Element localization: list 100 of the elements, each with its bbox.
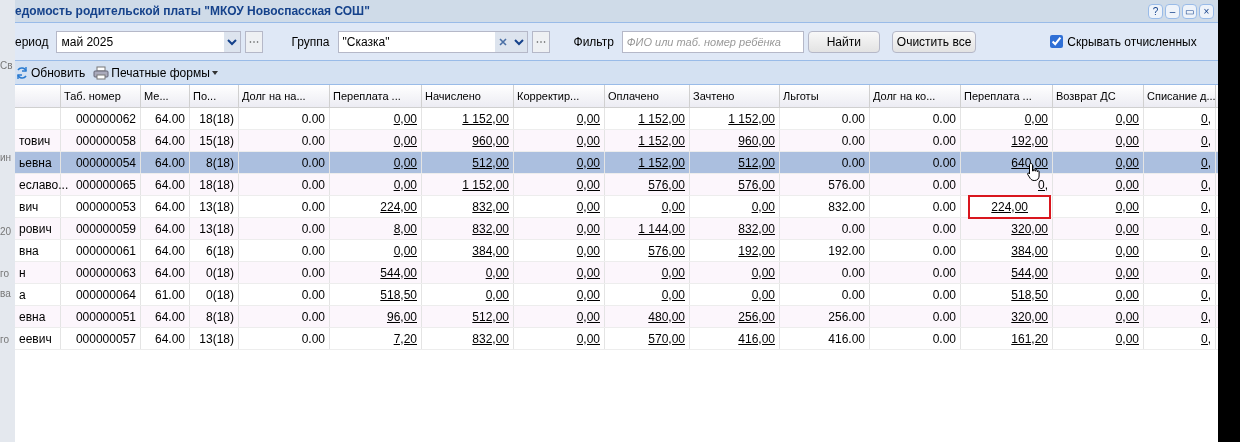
amount-link[interactable]: 0,00	[393, 175, 417, 194]
amount-link[interactable]: 384,00	[1011, 241, 1048, 260]
amount-link[interactable]: 0,00	[576, 307, 600, 326]
clear-icon[interactable]	[494, 31, 511, 52]
amount-link[interactable]: 256,00	[738, 307, 775, 326]
table-row[interactable]: еевич 000000057 64.00 13(18) 0.00 7,20 832,00 0,00 570,00 416,00 416.00 0.00 161,20 0,00 0,	[15, 328, 1218, 350]
column-header[interactable]: Зачтено	[690, 85, 780, 107]
table-row[interactable]: вич 000000053 64.00 13(18) 0.00 224,00 832,00 0,00 0,00 0,00 832.00 0.00 224,00 0,00 0,	[15, 196, 1218, 218]
amount-link[interactable]: 1 152,00	[728, 109, 775, 128]
table-row[interactable]: еславо... 000000065 64.00 18(18) 0.00 0,00 1 152,00 0,00 576,00 576,00 576.00 0.00 0, 0,00 0,	[15, 174, 1218, 196]
amount-link[interactable]: 416,00	[738, 329, 775, 348]
amount-link[interactable]: 512,00	[472, 307, 509, 326]
amount-link[interactable]: 224,00	[971, 197, 1048, 216]
hide-expelled-checkbox[interactable]	[1050, 35, 1064, 48]
amount-link[interactable]: 0,00	[1115, 153, 1139, 172]
window-control-button[interactable]: ▭	[1182, 3, 1197, 19]
column-header[interactable]: Списание д...	[1144, 85, 1216, 107]
window-control-button[interactable]: ×	[1199, 3, 1214, 19]
amount-link[interactable]: 0,00	[1115, 175, 1139, 194]
amount-link[interactable]: 0,00	[1115, 109, 1139, 128]
amount-link[interactable]: 0,00	[485, 285, 509, 304]
column-header[interactable]: Переплата ...	[961, 85, 1053, 107]
amount-link[interactable]: 640,00	[1011, 153, 1048, 172]
amount-link[interactable]: 0,00	[751, 197, 775, 216]
amount-link[interactable]: 0,00	[1115, 307, 1139, 326]
amount-link[interactable]: 0,00	[576, 285, 600, 304]
period-dropdown[interactable]: май 2025	[56, 30, 242, 53]
column-header[interactable]: По...	[190, 85, 239, 107]
amount-link[interactable]: 1 144,00	[638, 219, 685, 238]
amount-link[interactable]: 1 152,00	[638, 153, 685, 172]
table-row[interactable]: а 000000064 61.00 0(18) 0.00 518,50 0,00 0,00 0,00 0,00 0.00 0.00 518,50 0,00 0,	[15, 284, 1218, 306]
amount-link[interactable]: 0,00	[393, 109, 417, 128]
chevron-down-icon[interactable]	[224, 31, 241, 52]
amount-link[interactable]: 1 152,00	[462, 175, 509, 194]
table-row[interactable]: евна 000000051 64.00 8(18) 0.00 96,00 512,00 0,00 480,00 256,00 256.00 0.00 320,00 0,00 0,	[15, 306, 1218, 328]
refresh-button[interactable]: Обновить	[15, 63, 86, 82]
amount-link[interactable]: 0,00	[485, 263, 509, 282]
amount-link[interactable]: 960,00	[472, 131, 509, 150]
amount-link[interactable]: 0,00	[1115, 263, 1139, 282]
amount-link[interactable]: 224,00	[380, 197, 417, 216]
amount-link[interactable]: 0,00	[576, 175, 600, 194]
amount-link[interactable]: 0,00	[1115, 219, 1139, 238]
amount-link[interactable]: 0,00	[576, 241, 600, 260]
amount-link[interactable]: 0,00	[393, 153, 417, 172]
print-forms-menu[interactable]: Печатные формы	[93, 63, 218, 82]
amount-link[interactable]: 0,00	[576, 131, 600, 150]
amount-link[interactable]: 192,00	[738, 241, 775, 260]
amount-link[interactable]: 8,00	[393, 219, 417, 238]
amount-link[interactable]: 0,00	[1024, 109, 1048, 128]
amount-link[interactable]: 1 152,00	[462, 109, 509, 128]
amount-link[interactable]: 832,00	[472, 219, 509, 238]
amount-link[interactable]: 0,00	[393, 241, 417, 260]
amount-link[interactable]: 0,00	[576, 263, 600, 282]
column-header[interactable]: Начислено	[422, 85, 514, 107]
clear-all-button[interactable]: Очистить все	[891, 30, 977, 53]
amount-link[interactable]: 0,00	[751, 263, 775, 282]
amount-link[interactable]: 0,	[1201, 329, 1211, 348]
amount-link[interactable]: 320,00	[1011, 307, 1048, 326]
column-header[interactable]: Переплата ...	[330, 85, 422, 107]
amount-link[interactable]: 576,00	[648, 241, 685, 260]
amount-link[interactable]: 0,00	[661, 263, 685, 282]
amount-link[interactable]: 518,50	[380, 285, 417, 304]
amount-link[interactable]: 1 152,00	[638, 109, 685, 128]
amount-link[interactable]: 512,00	[472, 153, 509, 172]
amount-link[interactable]: 0,00	[393, 131, 417, 150]
amount-link[interactable]: 832,00	[738, 219, 775, 238]
amount-link[interactable]: 832,00	[472, 329, 509, 348]
amount-link[interactable]: 0,	[1201, 131, 1211, 150]
table-row[interactable]: тович 000000058 64.00 15(18) 0.00 0,00 960,00 0,00 1 152,00 960,00 0.00 0.00 192,00 0,00 0,	[15, 130, 1218, 152]
amount-link[interactable]: 832,00	[472, 197, 509, 216]
amount-link[interactable]: 0,	[1201, 219, 1211, 238]
filter-input[interactable]: ФИО или таб. номер ребёнка	[621, 30, 804, 53]
amount-link[interactable]: 96,00	[386, 307, 417, 326]
amount-link[interactable]: 0,	[1201, 263, 1211, 282]
amount-link[interactable]: 0,	[1201, 307, 1211, 326]
amount-link[interactable]: 0,00	[576, 329, 600, 348]
amount-link[interactable]: 576,00	[648, 175, 685, 194]
amount-link[interactable]: 0,00	[661, 285, 685, 304]
amount-link[interactable]: 0,00	[576, 109, 600, 128]
column-header[interactable]: Льготы	[780, 85, 870, 107]
amount-link[interactable]: 570,00	[648, 329, 685, 348]
column-header[interactable]: Ме...	[141, 85, 190, 107]
amount-link[interactable]: 0,00	[576, 197, 600, 216]
group-dropdown[interactable]: "Сказка"	[337, 30, 528, 53]
amount-link[interactable]: 1 152,00	[638, 131, 685, 150]
amount-link[interactable]: 512,00	[738, 153, 775, 172]
amount-link[interactable]: 480,00	[648, 307, 685, 326]
amount-link[interactable]: 320,00	[1011, 219, 1048, 238]
amount-link[interactable]: 7,20	[393, 329, 417, 348]
amount-link[interactable]: 0,	[1201, 153, 1211, 172]
amount-link[interactable]: 0,00	[1115, 197, 1139, 216]
column-header[interactable]: Оплачено	[605, 85, 690, 107]
amount-link[interactable]: 0,	[1038, 175, 1048, 194]
window-control-button[interactable]: –	[1165, 3, 1180, 19]
amount-link[interactable]: 0,00	[751, 285, 775, 304]
amount-link[interactable]: 0,	[1201, 109, 1211, 128]
amount-link[interactable]: 544,00	[380, 263, 417, 282]
column-header[interactable]: Возврат ДС	[1053, 85, 1144, 107]
amount-link[interactable]: 518,50	[1011, 285, 1048, 304]
amount-link[interactable]: 544,00	[1011, 263, 1048, 282]
